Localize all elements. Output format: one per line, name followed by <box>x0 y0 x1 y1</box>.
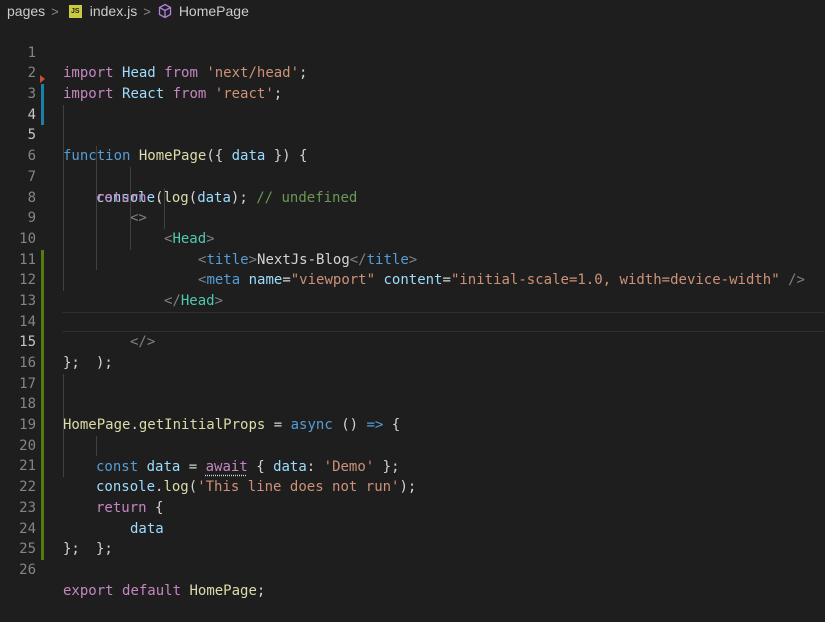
added-lines-marker[interactable] <box>41 477 44 498</box>
added-lines-marker[interactable] <box>41 290 44 312</box>
symbol-method-icon <box>158 3 171 19</box>
added-lines-marker[interactable] <box>41 394 44 416</box>
code-editor[interactable]: 1 import Head from 'next/head'; 2 import… <box>0 22 825 599</box>
code-line[interactable]: 7 <> <box>0 146 825 226</box>
added-lines-marker[interactable] <box>41 353 44 374</box>
code-line[interactable]: 21 data <box>0 435 825 537</box>
code-line[interactable]: 17 HomePage.getInitialProps = async () =… <box>0 353 825 433</box>
added-lines-marker[interactable] <box>41 497 44 519</box>
code-line-current[interactable]: 15 <box>0 311 825 350</box>
code-line[interactable]: 16 <box>0 332 825 371</box>
deleted-lines-marker-icon[interactable] <box>40 75 45 84</box>
code-line[interactable]: 3 <box>0 63 825 102</box>
modified-lines-marker[interactable] <box>41 104 44 126</box>
added-lines-marker[interactable] <box>41 311 44 333</box>
code-line[interactable]: 6 return ( <box>0 125 825 206</box>
added-lines-marker[interactable] <box>41 249 44 271</box>
code-line[interactable]: 12 </> <box>0 249 825 350</box>
breadcrumb: pages > JS index.js > HomePage <box>0 0 825 22</box>
code-line[interactable]: 14 }; <box>0 290 825 371</box>
code-line[interactable]: 1 import Head from 'next/head'; <box>0 22 825 82</box>
added-lines-marker[interactable] <box>41 373 44 395</box>
code-line[interactable]: 5 console.log(data); // undefined <box>0 104 825 206</box>
code-line[interactable]: 13 ); <box>0 270 825 371</box>
code-line[interactable]: 11 </Head> <box>0 228 825 309</box>
code-line[interactable]: 9 <title>NextJs-Blog</title> <box>0 187 825 268</box>
code-line[interactable]: 22 }; <box>0 456 825 557</box>
breadcrumb-file[interactable]: index.js <box>90 3 137 19</box>
code-line[interactable]: 25 export default HomePage; <box>0 518 825 599</box>
line-number: 26 <box>19 561 36 578</box>
added-lines-marker[interactable] <box>41 518 44 540</box>
chevron-right-icon: > <box>51 3 59 19</box>
added-lines-marker[interactable] <box>41 270 44 291</box>
breadcrumb-symbol[interactable]: HomePage <box>179 3 249 19</box>
code-line[interactable]: 18 const data = await { data: 'Demo' }; <box>0 373 825 475</box>
added-lines-marker[interactable] <box>41 332 44 353</box>
added-lines-marker[interactable] <box>41 456 44 478</box>
code-line[interactable]: 23 }; <box>0 477 825 557</box>
code-line[interactable]: 10 <meta name="viewport" content="initia… <box>0 208 825 288</box>
modified-lines-marker[interactable] <box>41 84 44 105</box>
added-lines-marker[interactable] <box>41 415 44 436</box>
code-line[interactable]: 20 return { <box>0 415 825 516</box>
code-line[interactable]: 2 import React from 'react'; <box>0 43 825 102</box>
javascript-file-icon: JS <box>68 4 82 18</box>
code-line[interactable]: 4 function HomePage({ data }) { <box>0 84 825 164</box>
code-line[interactable]: 19 console.log('This line does not run')… <box>0 394 825 495</box>
added-lines-marker[interactable] <box>41 435 44 457</box>
breadcrumb-folder[interactable]: pages <box>7 3 45 19</box>
code-line[interactable]: 26 <box>0 539 825 578</box>
code-line[interactable]: 24 <box>0 497 825 537</box>
line-content: export default HomePage; <box>63 582 266 599</box>
added-lines-marker[interactable] <box>41 539 44 560</box>
code-line[interactable]: 8 <Head> <box>0 166 825 247</box>
chevron-right-icon: > <box>143 3 151 19</box>
